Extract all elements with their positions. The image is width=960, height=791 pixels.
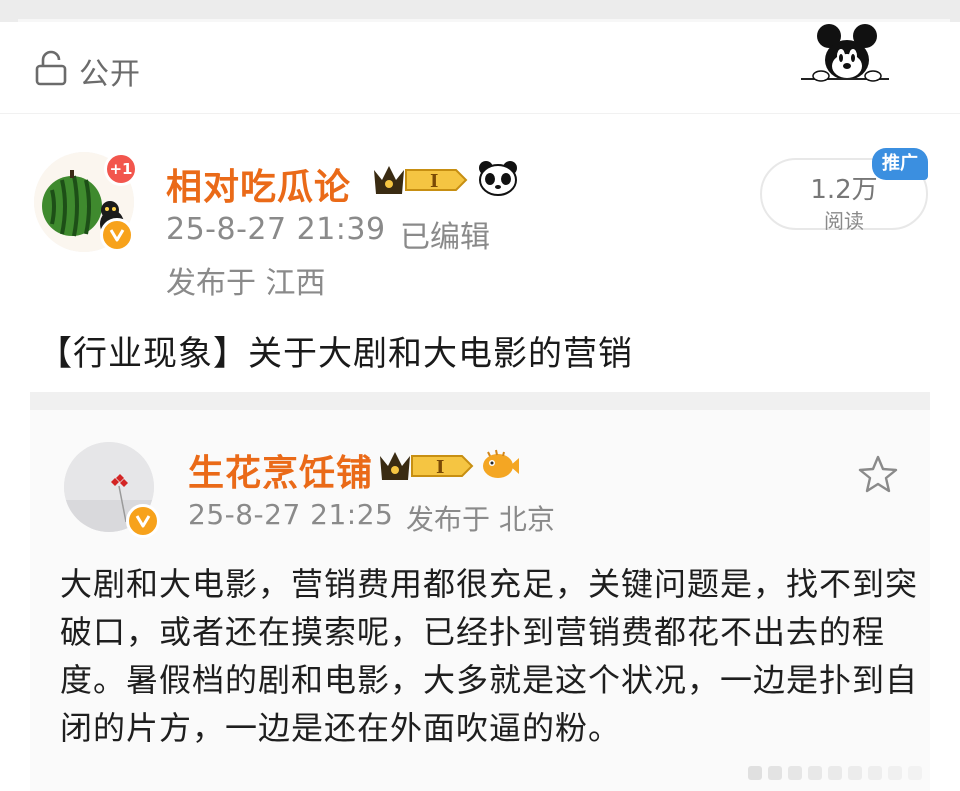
verified-icon: [100, 218, 134, 252]
notification-badge: +1: [104, 152, 138, 186]
quoted-body-text: 大剧和大电影，营销费用都很充足，关键问题是，找不到突破口，或者还在摸索呢，已经扑…: [60, 565, 919, 747]
crown-level-icon: I: [380, 452, 474, 480]
quoted-timestamp: 25-8-27 21:25: [188, 498, 394, 531]
edited-label[interactable]: 已编辑: [400, 212, 490, 256]
verified-icon: [126, 504, 160, 538]
top-gap: [0, 0, 960, 22]
post-timestamp: 25-8-27 21:39: [166, 212, 386, 247]
watermark: [748, 766, 922, 780]
promo-badge[interactable]: 推广: [872, 148, 928, 180]
post-title: 【行业现象】关于大剧和大电影的营销: [38, 334, 633, 374]
svg-text:I: I: [430, 171, 438, 192]
quoted-location: 发布于 北京: [406, 503, 555, 536]
quoted-post-card[interactable]: 生花烹饪铺 I 25-8-27 21:25 发布于 北京 大剧和大电影，营销费用…: [30, 410, 930, 791]
post-location: 发布于 江西: [166, 266, 326, 301]
pufferfish-icon: [483, 449, 519, 478]
read-label: 阅读: [824, 209, 864, 233]
quoted-author-name[interactable]: 生花烹饪铺: [188, 444, 373, 496]
crown-level-icon: I: [374, 166, 468, 194]
panda-icon: [479, 161, 517, 196]
privacy-bar[interactable]: 公开: [0, 22, 960, 114]
unlock-icon: [35, 50, 67, 86]
privacy-label: 公开: [79, 57, 141, 92]
svg-text:I: I: [436, 457, 444, 478]
post-card[interactable]: +1 相对吃瓜论 I 25-8-27 21:39 已编辑 发布于 江西 1.2万…: [0, 114, 960, 394]
divider: [30, 392, 930, 410]
star-icon[interactable]: [858, 454, 898, 494]
mickey-sticker: [801, 24, 889, 82]
author-name[interactable]: 相对吃瓜论: [166, 158, 351, 210]
